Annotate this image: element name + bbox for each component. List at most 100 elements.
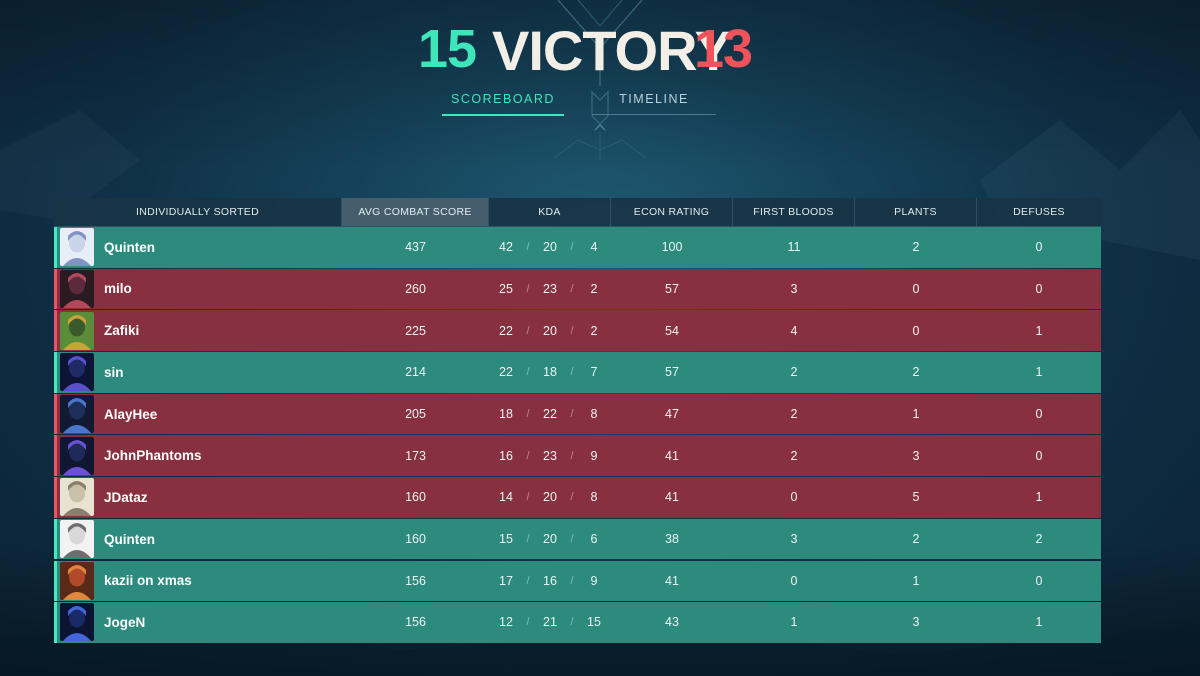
avg-combat-score: 437	[405, 240, 426, 255]
agent-portrait-icon	[60, 353, 94, 392]
kills: 14	[499, 490, 513, 505]
kda-separator: /	[570, 491, 574, 504]
econ-rating: 43	[665, 615, 679, 630]
kda-cell: 22 / 20 / 2	[489, 310, 611, 351]
match-result-title: VICTORY	[492, 19, 732, 82]
player-name[interactable]: JohnPhantoms	[104, 448, 202, 463]
player-cell: kazii on xmas	[54, 561, 342, 602]
kda-cell: 22 / 18 / 7	[489, 352, 611, 393]
avg-combat-score: 205	[405, 407, 426, 421]
player-name[interactable]: AlayHee	[104, 407, 157, 422]
player-name[interactable]: JogeN	[104, 615, 145, 630]
player-cell: AlayHee	[54, 394, 342, 435]
player-name[interactable]: Quinten	[104, 532, 155, 547]
deaths: 18	[543, 365, 557, 380]
deaths: 23	[543, 448, 557, 463]
team-indicator	[54, 560, 57, 601]
avg-combat-score: 160	[405, 490, 426, 505]
defuses: 2	[1035, 532, 1043, 547]
player-name[interactable]: kazii on xmas	[104, 573, 192, 588]
econ-rating: 54	[665, 323, 679, 338]
column-header-player[interactable]: INDIVIDUALLY SORTED	[54, 198, 342, 226]
plants: 2	[912, 240, 920, 255]
assists: 8	[590, 407, 598, 421]
kda-separator: /	[526, 408, 530, 420]
plants: 1	[912, 573, 920, 588]
econ-rating: 41	[665, 490, 679, 505]
econ-rating: 38	[665, 532, 679, 547]
team-indicator	[54, 352, 57, 393]
first-bloods: 2	[790, 448, 798, 463]
kda-separator: /	[570, 282, 574, 295]
kda-separator: /	[570, 241, 574, 254]
first-bloods: 0	[790, 573, 798, 588]
team-indicator	[54, 602, 57, 643]
player-name[interactable]: milo	[104, 281, 132, 296]
avg-combat-score: 214	[405, 365, 426, 380]
kda-cell: 16 / 23 / 9	[489, 435, 611, 476]
column-header-defuses[interactable]: DEFUSES	[977, 198, 1101, 226]
table-row[interactable]: sin 214 22 / 18 / 7 57 2 2 1	[54, 352, 1101, 393]
agent-portrait-icon	[60, 478, 94, 517]
table-row[interactable]: Zafiki 225 22 / 20 / 2 54 4 0 1	[54, 310, 1101, 351]
avg-combat-score: 156	[405, 573, 426, 588]
team-indicator	[54, 268, 57, 310]
player-name[interactable]: sin	[104, 365, 124, 380]
deaths: 20	[543, 532, 557, 547]
econ-rating: 57	[665, 365, 679, 380]
scoreboard-table: INDIVIDUALLY SORTED AVG COMBAT SCORE KDA…	[54, 198, 1101, 644]
assists: 6	[590, 532, 598, 547]
player-name[interactable]: Quinten	[104, 240, 155, 255]
kda-separator: /	[526, 282, 530, 295]
player-name[interactable]: JDataz	[104, 490, 148, 505]
kills: 12	[499, 615, 513, 630]
table-row[interactable]: JDataz 160 14 / 20 / 8 41 0 5 1	[54, 477, 1101, 518]
table-row[interactable]: milo 260 25 / 23 / 2 57 3 0 0	[54, 268, 1101, 310]
player-cell: Quinten	[54, 519, 342, 560]
table-row[interactable]: Quinten 160 15 / 20 / 6 38 3 2 2	[54, 518, 1101, 560]
column-header-econ-rating[interactable]: ECON RATING	[611, 198, 733, 226]
table-row[interactable]: JogeN 156 12 / 21 / 15 43 1 3 1	[54, 602, 1101, 643]
scoreboard-rows: Quinten 437 42 / 20 / 4 100 11 2 0 milo …	[54, 227, 1101, 643]
table-row[interactable]: kazii on xmas 156 17 / 16 / 9 41 0 1 0	[54, 560, 1101, 602]
plants: 3	[912, 615, 920, 630]
defuses: 1	[1035, 323, 1043, 338]
column-header-plants[interactable]: PLANTS	[855, 198, 977, 226]
column-header-avg-combat-score[interactable]: AVG COMBAT SCORE	[342, 198, 489, 226]
econ-rating: 41	[665, 573, 679, 588]
first-bloods: 0	[790, 490, 798, 505]
defuses: 0	[1035, 240, 1043, 255]
kda-separator: /	[570, 574, 574, 587]
kda-cell: 18 / 22 / 8	[489, 394, 611, 435]
econ-rating: 41	[665, 448, 679, 463]
column-header-kda[interactable]: KDA	[489, 198, 611, 226]
kda-cell: 15 / 20 / 6	[489, 519, 611, 560]
assists: 9	[590, 448, 598, 463]
defuses: 0	[1035, 407, 1043, 421]
first-bloods: 3	[790, 281, 798, 296]
kills: 18	[499, 407, 513, 421]
assists: 9	[590, 573, 598, 588]
team-indicator	[54, 393, 57, 435]
kills: 16	[499, 448, 513, 463]
plants: 0	[912, 323, 920, 338]
kills: 15	[499, 532, 513, 547]
kda-separator: /	[526, 241, 530, 254]
econ-rating: 100	[661, 240, 683, 255]
column-header-first-bloods[interactable]: FIRST BLOODS	[733, 198, 855, 226]
player-name[interactable]: Zafiki	[104, 323, 139, 338]
table-row[interactable]: AlayHee 205 18 / 22 / 8 47 2 1 0	[54, 393, 1101, 435]
team-indicator	[54, 435, 57, 476]
table-row[interactable]: JohnPhantoms 173 16 / 23 / 9 41 2 3 0	[54, 435, 1101, 476]
tab-timeline[interactable]: TIMELINE	[592, 92, 716, 115]
table-row[interactable]: Quinten 437 42 / 20 / 4 100 11 2 0	[54, 227, 1101, 268]
plants: 2	[912, 365, 920, 380]
deaths: 20	[543, 323, 557, 338]
agent-portrait-icon	[60, 395, 94, 433]
defuses: 0	[1035, 448, 1043, 463]
kda-cell: 17 / 16 / 9	[489, 561, 611, 602]
tab-scoreboard[interactable]: SCOREBOARD	[442, 92, 564, 116]
enemy-score: 13	[694, 19, 753, 79]
assists: 15	[587, 615, 601, 630]
player-cell: JogeN	[54, 602, 342, 643]
